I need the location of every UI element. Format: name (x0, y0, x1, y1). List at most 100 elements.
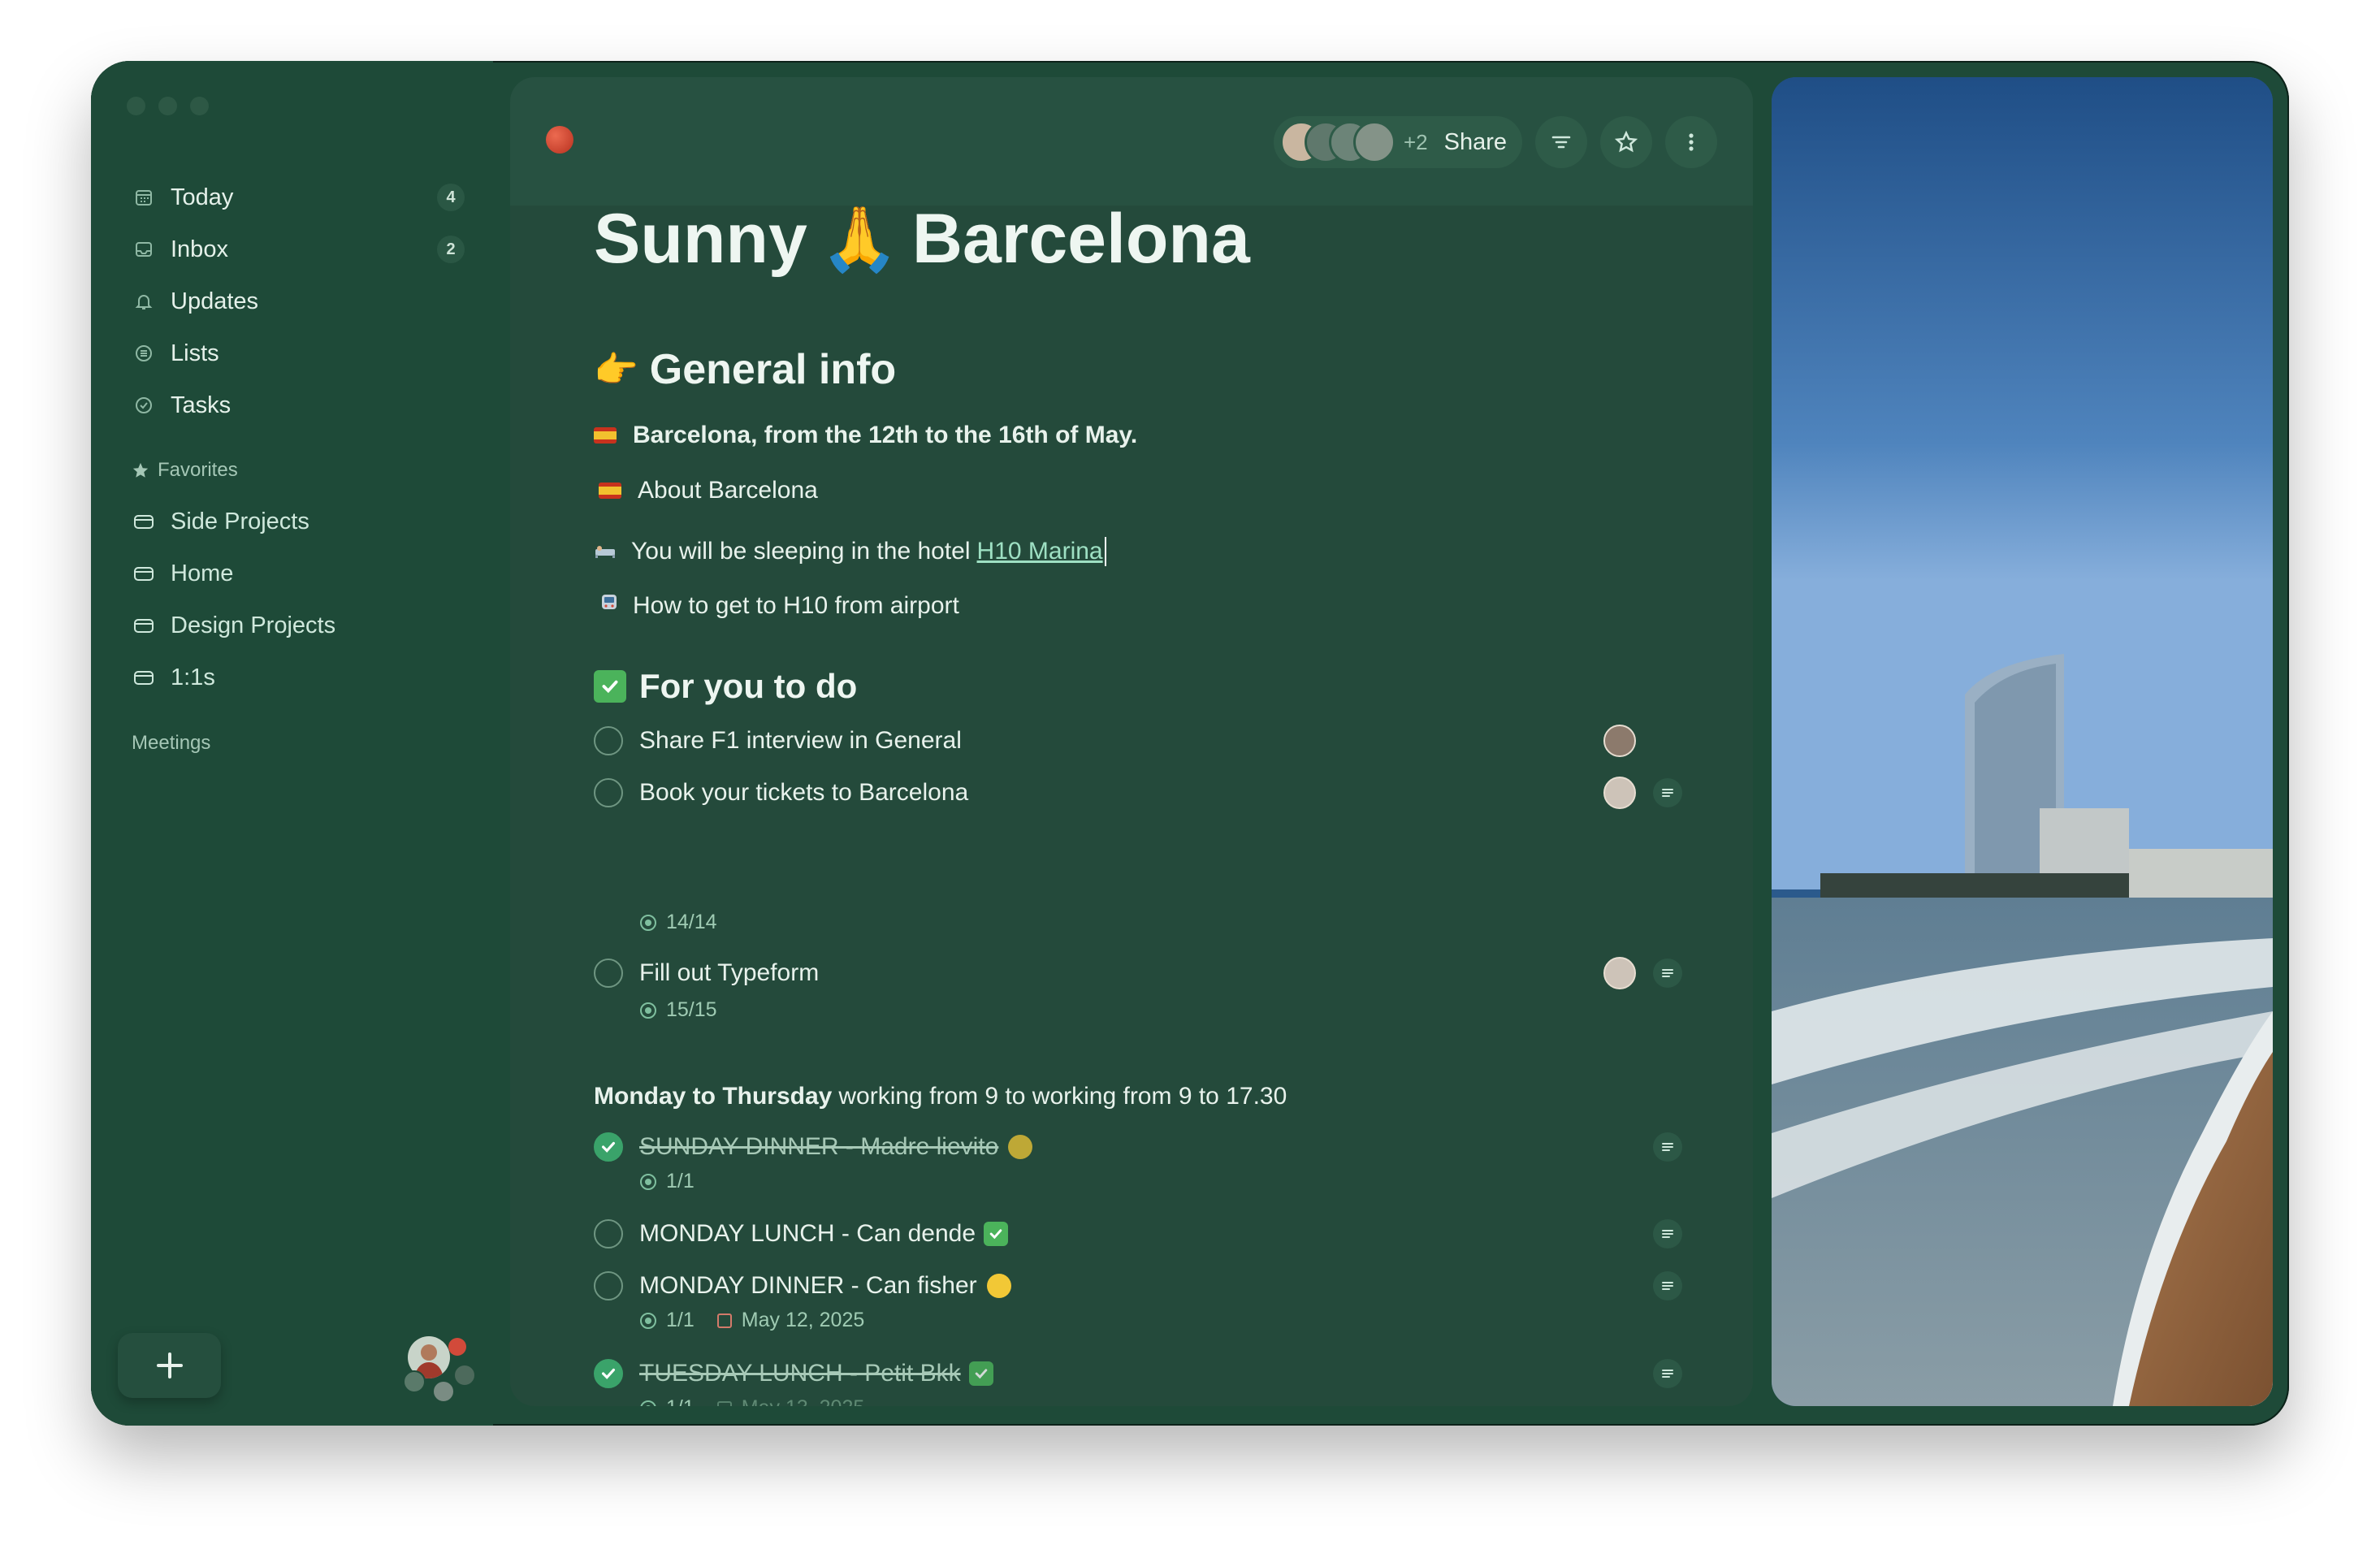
info-about-barcelona[interactable]: About Barcelona (594, 477, 818, 504)
document-panel: +2 Share Sunny 🙏 Barcelona 👉 General inf… (510, 77, 1753, 1406)
task-row[interactable]: MONDAY DINNER - Can fisher (594, 1270, 1682, 1302)
for-you-to-do-heading: For you to do (594, 667, 857, 706)
task-row[interactable]: Fill out Typeform (594, 957, 1682, 989)
text-cursor (1104, 537, 1106, 566)
subtask-progress-icon (640, 1002, 656, 1019)
task-checkbox[interactable] (594, 778, 623, 807)
sidebar-item-tasks[interactable]: Tasks (132, 385, 465, 426)
app-window: Today 4 Inbox 2 Updates Lists Tasks Favo… (91, 61, 2289, 1426)
notes-icon (1662, 969, 1673, 977)
sidebar-item-label: Home (171, 560, 234, 586)
task-checkbox[interactable] (594, 959, 623, 988)
sidebar-item-1-1s[interactable]: 1:1s (132, 657, 465, 698)
info-dates[interactable]: Barcelona, from the 12th to the 16th of … (594, 422, 1137, 449)
sidebar-item-today[interactable]: Today 4 (132, 177, 465, 218)
task-checkbox[interactable] (594, 726, 623, 755)
sidebar-item-lists[interactable]: Lists (132, 333, 465, 374)
sidebar: Today 4 Inbox 2 Updates Lists Tasks Favo… (91, 61, 493, 1426)
sidebar-item-inbox[interactable]: Inbox 2 (132, 229, 465, 270)
bell-icon (132, 289, 156, 314)
add-button[interactable] (118, 1333, 221, 1398)
subtask-progress-icon (640, 1312, 656, 1329)
schedule-text[interactable]: Monday to Thursday working from 9 to wor… (594, 1083, 1287, 1110)
task-row[interactable]: Share F1 interview in General (594, 725, 1682, 757)
yellow-circle-emoji (986, 1274, 1011, 1298)
task-checkbox[interactable] (594, 1219, 623, 1249)
mini-avatar (453, 1364, 476, 1387)
folder-icon (132, 509, 156, 534)
subtask-progress-icon (640, 1400, 656, 1406)
sidebar-item-label: Lists (171, 340, 219, 366)
task-checkbox[interactable] (594, 1132, 623, 1162)
sidebar-item-label: Inbox (171, 236, 228, 262)
subtask-progress-icon (640, 1173, 656, 1190)
info-hotel[interactable]: You will be sleeping in the hotel H10 Ma… (594, 537, 1106, 566)
due-date[interactable]: May 12, 2025 (742, 1309, 865, 1332)
hotel-link[interactable]: H10 Marina (977, 538, 1103, 565)
sidebar-item-design-projects[interactable]: Design Projects (132, 605, 465, 646)
meetings-section-label[interactable]: Meetings (132, 732, 210, 755)
assignee-avatar[interactable] (1603, 777, 1636, 809)
task-checkbox[interactable] (594, 1359, 623, 1388)
checkmark-icon (601, 1368, 616, 1379)
task-row[interactable]: MONDAY LUNCH - Can dende (594, 1218, 1682, 1250)
notes-button[interactable] (1653, 959, 1682, 988)
pray-emoji: 🙏 (820, 202, 899, 275)
zoom-window-button[interactable] (190, 97, 209, 115)
assignee-avatar[interactable] (1603, 957, 1636, 989)
check-emoji-icon (984, 1222, 1009, 1246)
beach-hotel-image (1772, 77, 2273, 1406)
notes-icon (1662, 1370, 1673, 1378)
page-title[interactable]: Sunny 🙏 Barcelona (594, 199, 1250, 279)
mini-avatar (403, 1370, 426, 1393)
info-airport[interactable]: How to get to H10 from airport (594, 592, 959, 620)
star-icon (132, 462, 149, 478)
minimize-window-button[interactable] (158, 97, 177, 115)
notes-button[interactable] (1653, 1132, 1682, 1162)
bed-icon (594, 539, 617, 565)
task-meta: 15/15 (640, 998, 717, 1022)
spain-flag-icon (594, 427, 617, 444)
check-emoji-icon (968, 1361, 993, 1386)
count-badge: 2 (437, 236, 465, 263)
sidebar-item-label: Side Projects (171, 508, 309, 534)
notes-button[interactable] (1653, 778, 1682, 807)
task-row[interactable]: Book your tickets to Barcelona (594, 777, 1682, 809)
task-meta: 14/14 (640, 911, 717, 934)
sidebar-item-label: Updates (171, 288, 259, 314)
notes-icon (1662, 1143, 1673, 1151)
calendar-icon (716, 1313, 732, 1328)
general-info-heading: 👉 General info (594, 346, 897, 393)
window-controls (127, 97, 209, 115)
checkmark-icon (601, 1141, 616, 1153)
status-badge (448, 1338, 466, 1356)
spain-flag-icon (599, 483, 621, 499)
sidebar-item-label: 1:1s (171, 664, 215, 690)
calendar-icon (716, 1400, 732, 1406)
task-row[interactable]: SUNDAY DINNER - Madre lievito (594, 1131, 1682, 1163)
assignee-avatar[interactable] (1603, 725, 1636, 757)
inbox-icon (132, 237, 156, 262)
cover-photo (1772, 77, 2273, 1406)
task-checkbox[interactable] (594, 1271, 623, 1300)
yellow-circle-emoji (1008, 1135, 1033, 1159)
subtask-progress-icon (640, 914, 656, 931)
folder-icon (132, 613, 156, 638)
sidebar-item-side-projects[interactable]: Side Projects (132, 501, 465, 542)
check-circle-icon (132, 393, 156, 418)
due-date[interactable]: May 13, 2025 (742, 1396, 865, 1406)
notes-button[interactable] (1653, 1219, 1682, 1249)
notes-button[interactable] (1653, 1271, 1682, 1300)
task-row[interactable]: TUESDAY LUNCH - Petit Bkk (594, 1357, 1682, 1390)
sidebar-item-home[interactable]: Home (132, 553, 465, 594)
close-window-button[interactable] (127, 97, 145, 115)
task-meta: 1/1 May 12, 2025 (640, 1309, 864, 1332)
sidebar-item-label: Today (171, 184, 234, 210)
task-meta: 1/1 May 13, 2025 (640, 1396, 864, 1406)
count-badge: 4 (437, 184, 465, 211)
notes-icon (1662, 1230, 1673, 1238)
task-meta: 1/1 (640, 1170, 695, 1193)
sidebar-item-updates[interactable]: Updates (132, 281, 465, 322)
notes-button[interactable] (1653, 1359, 1682, 1388)
document-content: Sunny 🙏 Barcelona 👉 General info Barcelo… (510, 77, 1753, 1406)
